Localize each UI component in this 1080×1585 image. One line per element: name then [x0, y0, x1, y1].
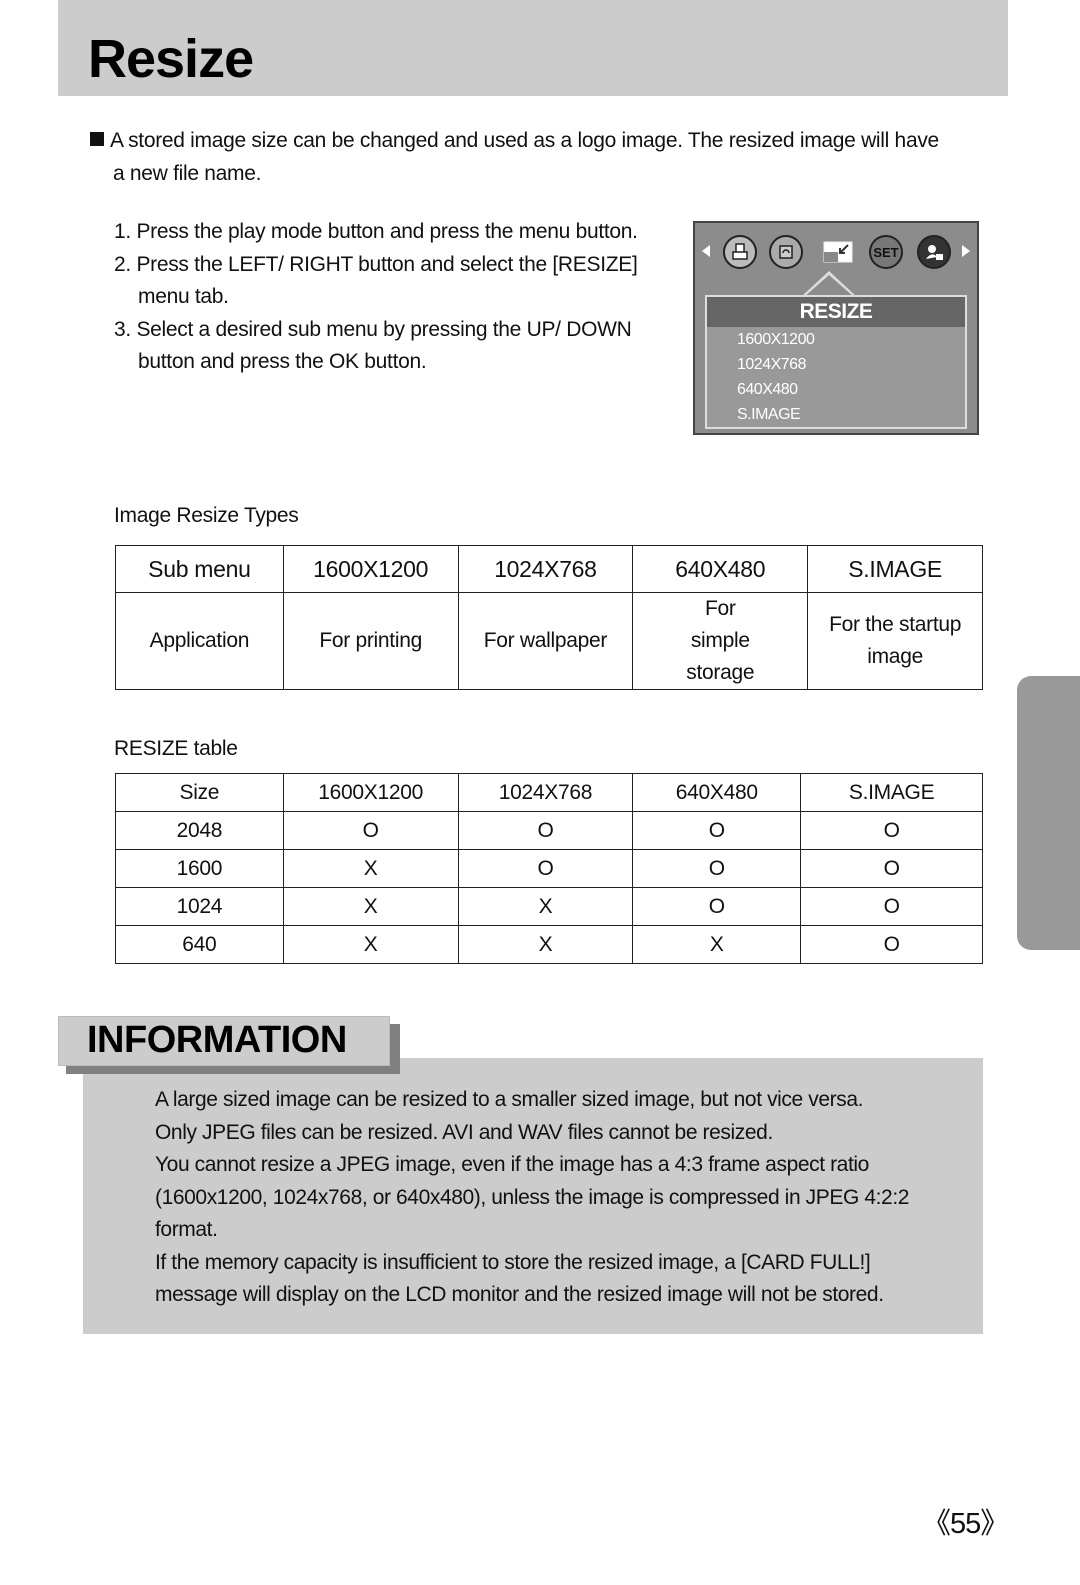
table-cell: O [457, 811, 634, 850]
resize-icon [821, 235, 855, 269]
menu-item: S.IMAGE [737, 406, 801, 423]
info-paragraph: Only JPEG files can be resized. AVI and … [155, 1120, 773, 1144]
menu-item: 640X480 [737, 381, 798, 398]
menu-item: 1024X768 [737, 356, 806, 373]
information-title-box: INFORMATION [58, 1016, 390, 1066]
step-item: 1. Press the play mode button and press … [114, 220, 638, 243]
table-cell: O [632, 849, 802, 888]
table-cell: 640 [115, 925, 284, 964]
table-cell: 1024 [115, 887, 284, 926]
header-cell: 1600X1200 [282, 545, 459, 593]
header-cell: 640X480 [632, 773, 802, 812]
table-cell: O [632, 887, 802, 926]
table-cell: X [282, 925, 459, 964]
information-title: INFORMATION [87, 1019, 347, 1061]
intro-text-cont: a new file name. [113, 162, 262, 185]
header-cell: S.IMAGE [800, 773, 983, 812]
start-image-icon [917, 235, 951, 269]
right-arrow-icon [962, 245, 970, 257]
table-cell: 1600 [115, 849, 284, 888]
table-cell: O [800, 849, 983, 888]
intro-text: A stored image size can be changed and u… [110, 129, 939, 152]
table-cell: O [800, 811, 983, 850]
page-number: 《55》 [922, 1508, 1009, 1540]
resize-table-label: RESIZE table [114, 737, 238, 760]
header-cell: Sub menu [115, 545, 284, 593]
header-cell: 640X480 [632, 545, 809, 593]
table-cell: For printing [282, 592, 459, 690]
table-row: 1600 X O O O [115, 849, 983, 888]
print-icon [723, 235, 757, 269]
info-paragraph: You cannot resize a JPEG image, even if … [155, 1153, 910, 1241]
resize-menu: RESIZE 1600X1200 1024X768 640X480 S.IMAG… [705, 295, 967, 429]
table-row: 640 X X X O [115, 925, 983, 964]
table-cell: 2048 [115, 811, 284, 850]
table-cell: For simple storage [632, 592, 809, 690]
info-paragraph: A large sized image can be resized to a … [155, 1088, 864, 1111]
header-cell: 1600X1200 [282, 773, 459, 812]
table-cell: O [457, 849, 634, 888]
chapter-side-tab [1017, 676, 1080, 950]
square-bullet-icon [90, 132, 104, 146]
types-table-label: Image Resize Types [114, 504, 299, 527]
table-cell: X [457, 887, 634, 926]
information-text: A large sized image can be resized to a … [155, 1084, 955, 1312]
page-title: Resize [88, 29, 254, 89]
lcd-screen-illustration: SET RESIZE 1600X1200 1024X768 640X480 S.… [693, 221, 979, 435]
table-row: 1024 X X O O [115, 887, 983, 926]
step-item: 3. Select a desired sub menu by pressing… [114, 317, 632, 374]
table-cell: O [632, 811, 802, 850]
table-cell: O [282, 811, 459, 850]
header-cell: S.IMAGE [807, 545, 983, 593]
left-arrow-icon [702, 245, 710, 257]
table-cell: X [282, 887, 459, 926]
header-cell: Size [115, 773, 284, 812]
header-cell: 1024X768 [457, 773, 634, 812]
steps-list: 1. Press the play mode button and press … [114, 216, 674, 379]
table-cell: X [632, 925, 802, 964]
table-header-row: Size 1600X1200 1024X768 640X480 S.IMAGE [115, 773, 983, 812]
rotate-icon [769, 235, 803, 269]
table-cell: For the startup image [807, 592, 983, 690]
table-cell: Application [115, 592, 284, 690]
table-row: Application For printing For wallpaper F… [115, 592, 983, 690]
intro-paragraph: A stored image size can be changed and u… [90, 124, 990, 190]
table-cell: O [800, 925, 983, 964]
table-cell: X [457, 925, 634, 964]
header-cell: 1024X768 [457, 545, 634, 593]
step-item: 2. Press the LEFT/ RIGHT button and sele… [114, 252, 638, 309]
resize-table: Size 1600X1200 1024X768 640X480 S.IMAGE … [115, 773, 983, 964]
menu-title: RESIZE [707, 297, 965, 327]
table-cell: X [282, 849, 459, 888]
resize-types-table: Sub menu 1600X1200 1024X768 640X480 S.IM… [115, 545, 983, 690]
setup-icon: SET [869, 235, 903, 269]
table-row: 2048 O O O O [115, 811, 983, 850]
table-cell: O [800, 887, 983, 926]
menu-item: 1600X1200 [737, 331, 815, 348]
table-cell: For wallpaper [457, 592, 634, 690]
info-paragraph: If the memory capacity is insufficient t… [155, 1250, 884, 1307]
title-bar: Resize [58, 0, 1008, 96]
table-header-row: Sub menu 1600X1200 1024X768 640X480 S.IM… [115, 545, 983, 593]
